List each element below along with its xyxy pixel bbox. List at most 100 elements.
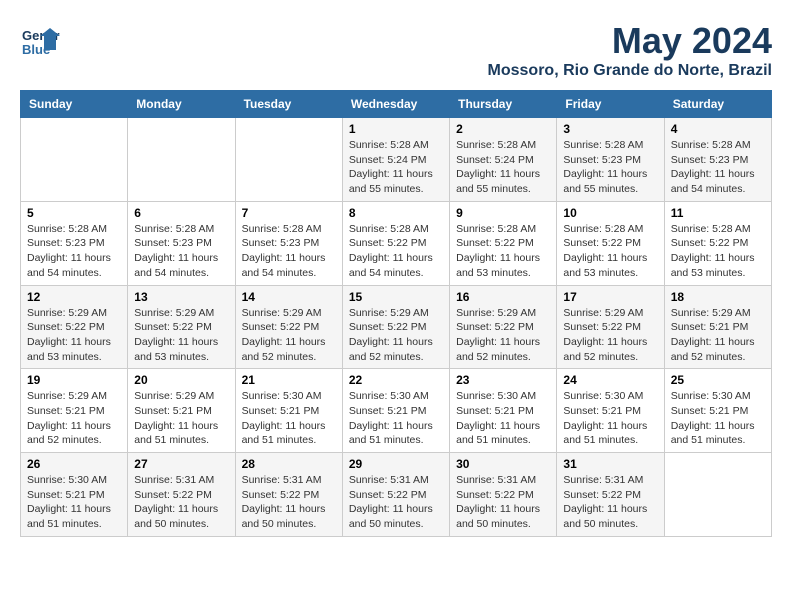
day-number: 30 [456, 457, 550, 471]
day-cell: 8 Sunrise: 5:28 AMSunset: 5:22 PMDaylight… [342, 201, 449, 285]
title-block: May 2024 Mossoro, Rio Grande do Norte, B… [488, 20, 772, 80]
day-cell: 27 Sunrise: 5:31 AMSunset: 5:22 PMDayligh… [128, 453, 235, 537]
day-number: 27 [134, 457, 228, 471]
day-info: Sunrise: 5:28 AMSunset: 5:22 PMDaylight:… [349, 222, 443, 281]
day-cell: 26Sunrise: 5:30 AMSunset: 5:21 PMDayligh… [21, 453, 128, 537]
day-cell: 13 Sunrise: 5:29 AMSunset: 5:22 PMDayligh… [128, 285, 235, 369]
day-number: 4 [671, 122, 765, 136]
day-info: Sunrise: 5:30 AMSunset: 5:21 PMDaylight:… [349, 389, 443, 448]
day-cell: 5 Sunrise: 5:28 AMSunset: 5:23 PMDaylight… [21, 201, 128, 285]
day-number: 14 [242, 290, 336, 304]
day-number: 7 [242, 206, 336, 220]
day-info: Sunrise: 5:28 AMSunset: 5:22 PMDaylight:… [671, 222, 765, 281]
day-info: Sunrise: 5:29 AMSunset: 5:22 PMDaylight:… [242, 306, 336, 365]
day-info: Sunrise: 5:31 AMSunset: 5:22 PMDaylight:… [456, 473, 550, 532]
day-header-wednesday: Wednesday [342, 91, 449, 118]
day-number: 17 [563, 290, 657, 304]
day-cell: 11 Sunrise: 5:28 AMSunset: 5:22 PMDayligh… [664, 201, 771, 285]
day-cell [128, 118, 235, 202]
day-info: Sunrise: 5:28 AMSunset: 5:23 PMDaylight:… [27, 222, 121, 281]
day-info: Sunrise: 5:29 AMSunset: 5:21 PMDaylight:… [27, 389, 121, 448]
header-row: SundayMondayTuesdayWednesdayThursdayFrid… [21, 91, 772, 118]
day-header-friday: Friday [557, 91, 664, 118]
day-info: Sunrise: 5:31 AMSunset: 5:22 PMDaylight:… [134, 473, 228, 532]
day-cell: 28 Sunrise: 5:31 AMSunset: 5:22 PMDayligh… [235, 453, 342, 537]
day-number: 22 [349, 373, 443, 387]
day-header-monday: Monday [128, 91, 235, 118]
day-cell: 17 Sunrise: 5:29 AMSunset: 5:22 PMDayligh… [557, 285, 664, 369]
location-title: Mossoro, Rio Grande do Norte, Brazil [488, 62, 772, 80]
day-number: 11 [671, 206, 765, 220]
day-cell: 18Sunrise: 5:29 AMSunset: 5:21 PMDayligh… [664, 285, 771, 369]
day-number: 31 [563, 457, 657, 471]
day-cell: 9Sunrise: 5:28 AMSunset: 5:22 PMDaylight… [450, 201, 557, 285]
day-header-tuesday: Tuesday [235, 91, 342, 118]
day-info: Sunrise: 5:30 AMSunset: 5:21 PMDaylight:… [242, 389, 336, 448]
day-number: 1 [349, 122, 443, 136]
day-info: Sunrise: 5:31 AMSunset: 5:22 PMDaylight:… [242, 473, 336, 532]
day-cell: 14 Sunrise: 5:29 AMSunset: 5:22 PMDayligh… [235, 285, 342, 369]
day-info: Sunrise: 5:30 AMSunset: 5:21 PMDaylight:… [27, 473, 121, 532]
day-info: Sunrise: 5:30 AMSunset: 5:21 PMDaylight:… [456, 389, 550, 448]
day-info: Sunrise: 5:28 AMSunset: 5:24 PMDaylight:… [349, 138, 443, 197]
day-cell: 6Sunrise: 5:28 AMSunset: 5:23 PMDaylight… [128, 201, 235, 285]
day-info: Sunrise: 5:28 AMSunset: 5:23 PMDaylight:… [671, 138, 765, 197]
day-cell: 29 Sunrise: 5:31 AMSunset: 5:22 PMDayligh… [342, 453, 449, 537]
day-info: Sunrise: 5:31 AMSunset: 5:22 PMDaylight:… [563, 473, 657, 532]
day-cell: 12 Sunrise: 5:29 AMSunset: 5:22 PMDayligh… [21, 285, 128, 369]
day-info: Sunrise: 5:29 AMSunset: 5:22 PMDaylight:… [456, 306, 550, 365]
day-cell: 7Sunrise: 5:28 AMSunset: 5:23 PMDaylight… [235, 201, 342, 285]
day-number: 24 [563, 373, 657, 387]
day-cell: 4 Sunrise: 5:28 AMSunset: 5:23 PMDaylight… [664, 118, 771, 202]
day-header-thursday: Thursday [450, 91, 557, 118]
day-number: 29 [349, 457, 443, 471]
day-number: 10 [563, 206, 657, 220]
day-number: 25 [671, 373, 765, 387]
day-info: Sunrise: 5:28 AMSunset: 5:23 PMDaylight:… [563, 138, 657, 197]
day-number: 15 [349, 290, 443, 304]
day-info: Sunrise: 5:28 AMSunset: 5:22 PMDaylight:… [456, 222, 550, 281]
day-number: 3 [563, 122, 657, 136]
day-number: 18 [671, 290, 765, 304]
week-row-5: 26Sunrise: 5:30 AMSunset: 5:21 PMDayligh… [21, 453, 772, 537]
logo-icon: General Blue [20, 20, 60, 60]
day-number: 21 [242, 373, 336, 387]
day-cell: 10 Sunrise: 5:28 AMSunset: 5:22 PMDayligh… [557, 201, 664, 285]
day-cell: 16 Sunrise: 5:29 AMSunset: 5:22 PMDayligh… [450, 285, 557, 369]
day-cell [235, 118, 342, 202]
day-info: Sunrise: 5:29 AMSunset: 5:22 PMDaylight:… [563, 306, 657, 365]
logo: General Blue [20, 20, 64, 60]
day-info: Sunrise: 5:28 AMSunset: 5:24 PMDaylight:… [456, 138, 550, 197]
day-header-sunday: Sunday [21, 91, 128, 118]
day-cell: 1 Sunrise: 5:28 AMSunset: 5:24 PMDaylight… [342, 118, 449, 202]
day-number: 20 [134, 373, 228, 387]
week-row-2: 5 Sunrise: 5:28 AMSunset: 5:23 PMDaylight… [21, 201, 772, 285]
day-cell: 30 Sunrise: 5:31 AMSunset: 5:22 PMDayligh… [450, 453, 557, 537]
day-info: Sunrise: 5:31 AMSunset: 5:22 PMDaylight:… [349, 473, 443, 532]
day-info: Sunrise: 5:28 AMSunset: 5:22 PMDaylight:… [563, 222, 657, 281]
day-number: 5 [27, 206, 121, 220]
day-cell: 22 Sunrise: 5:30 AMSunset: 5:21 PMDayligh… [342, 369, 449, 453]
day-header-saturday: Saturday [664, 91, 771, 118]
day-cell [21, 118, 128, 202]
day-number: 13 [134, 290, 228, 304]
day-number: 8 [349, 206, 443, 220]
day-info: Sunrise: 5:29 AMSunset: 5:22 PMDaylight:… [27, 306, 121, 365]
day-number: 16 [456, 290, 550, 304]
calendar-header: SundayMondayTuesdayWednesdayThursdayFrid… [21, 91, 772, 118]
day-cell: 19 Sunrise: 5:29 AMSunset: 5:21 PMDayligh… [21, 369, 128, 453]
day-number: 12 [27, 290, 121, 304]
day-cell [664, 453, 771, 537]
day-info: Sunrise: 5:29 AMSunset: 5:22 PMDaylight:… [134, 306, 228, 365]
day-cell: 24 Sunrise: 5:30 AMSunset: 5:21 PMDayligh… [557, 369, 664, 453]
day-cell: 21 Sunrise: 5:30 AMSunset: 5:21 PMDayligh… [235, 369, 342, 453]
day-info: Sunrise: 5:30 AMSunset: 5:21 PMDaylight:… [671, 389, 765, 448]
page-header: General Blue May 2024 Mossoro, Rio Grand… [20, 20, 772, 80]
day-cell: 23 Sunrise: 5:30 AMSunset: 5:21 PMDayligh… [450, 369, 557, 453]
day-info: Sunrise: 5:28 AMSunset: 5:23 PMDaylight:… [134, 222, 228, 281]
day-number: 19 [27, 373, 121, 387]
day-number: 28 [242, 457, 336, 471]
calendar-body: 1 Sunrise: 5:28 AMSunset: 5:24 PMDaylight… [21, 118, 772, 537]
day-info: Sunrise: 5:30 AMSunset: 5:21 PMDaylight:… [563, 389, 657, 448]
day-number: 23 [456, 373, 550, 387]
